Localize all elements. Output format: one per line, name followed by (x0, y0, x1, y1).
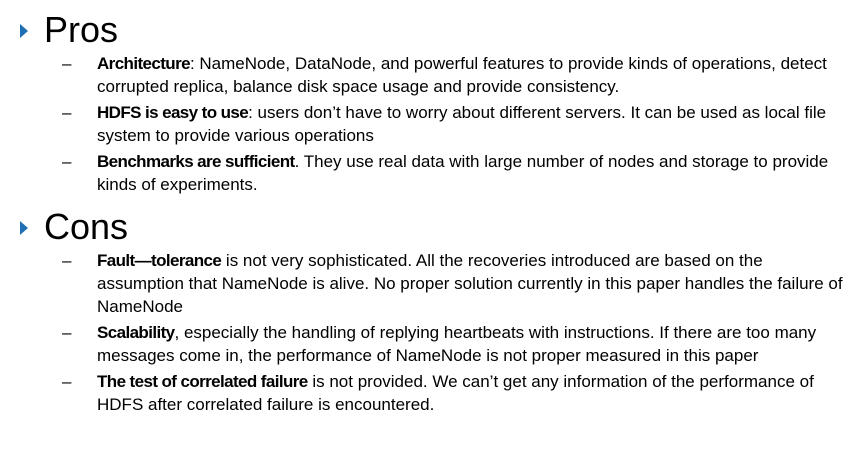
dash-bullet: – (62, 251, 72, 270)
list-item: – The test of correlated failure is not … (0, 370, 855, 416)
dash-bullet: – (62, 372, 72, 391)
pros-list: – Architecture: NameNode, DataNode, and … (0, 52, 855, 196)
item-term: Scalability (97, 323, 175, 342)
list-item: – HDFS is easy to use: users don’t have … (0, 101, 855, 147)
triangle-right-icon (20, 24, 28, 38)
list-item: – Fault—tolerance is not very sophistica… (0, 249, 855, 318)
dash-bullet: – (62, 103, 72, 122)
cons-list: – Fault—tolerance is not very sophistica… (0, 249, 855, 416)
pros-heading: Pros (44, 9, 119, 50)
list-item: – Benchmarks are sufficient. They use re… (0, 150, 855, 196)
cons-heading-row: Cons (0, 205, 855, 249)
dash-bullet: – (62, 323, 72, 342)
dash-bullet: – (62, 54, 72, 73)
slide: Pros – Architecture: NameNode, DataNode,… (0, 0, 855, 460)
item-term: Architecture (97, 54, 191, 73)
item-term: Benchmarks are sufficient (97, 152, 295, 171)
cons-section: Cons – Fault—tolerance is not very sophi… (0, 205, 855, 419)
pros-heading-row: Pros (0, 8, 855, 52)
cons-heading: Cons (44, 206, 129, 247)
item-term: HDFS is easy to use (97, 103, 249, 122)
dash-bullet: – (62, 152, 72, 171)
list-item: – Architecture: NameNode, DataNode, and … (0, 52, 855, 98)
item-text: , especially the handling of replying he… (97, 323, 817, 365)
item-term: Fault—tolerance (97, 251, 222, 270)
pros-section: Pros – Architecture: NameNode, DataNode,… (0, 8, 855, 199)
triangle-right-icon (20, 221, 28, 235)
list-item: – Scalability, especially the handling o… (0, 321, 855, 367)
item-term: The test of correlated failure (97, 372, 308, 391)
item-text: : NameNode, DataNode, and powerful featu… (97, 54, 827, 96)
